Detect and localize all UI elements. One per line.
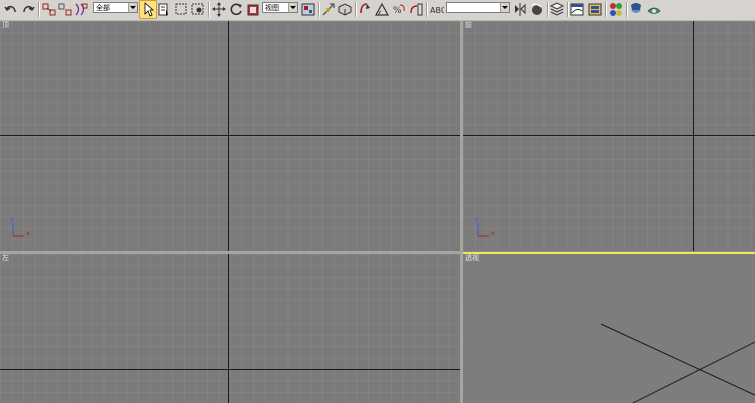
keyboard-shortcut-override-icon[interactable] (337, 1, 353, 18)
select-and-link-icon[interactable] (41, 1, 57, 18)
svg-text:%: % (393, 6, 402, 16)
select-by-name-icon[interactable] (156, 1, 172, 18)
viewport-horizontal-divider (0, 251, 461, 254)
viewport-label[interactable]: 前 (465, 21, 472, 30)
axis-tripod-icon: y x (8, 216, 38, 238)
world-axis-vertical (228, 254, 229, 403)
axis-y-label: y (475, 216, 479, 223)
separator (208, 2, 210, 17)
render-setup-icon[interactable] (628, 1, 644, 18)
undo-icon[interactable] (3, 1, 19, 18)
viewport-left[interactable]: 左 (0, 254, 460, 403)
unlink-selection-icon[interactable] (57, 1, 73, 18)
scale-icon[interactable] (245, 1, 261, 18)
reference-coordinate-dropdown[interactable]: 视图 (262, 2, 298, 13)
world-axis-vertical (693, 21, 694, 251)
select-object-icon[interactable] (139, 0, 157, 19)
viewport-label[interactable]: 左 (2, 254, 9, 263)
named-selection-dropdown[interactable] (446, 2, 510, 13)
schematic-view-icon[interactable] (587, 1, 603, 18)
curve-editor-icon[interactable] (569, 1, 585, 18)
bind-space-warp-icon[interactable] (73, 1, 89, 18)
pivot-center-icon[interactable] (300, 1, 316, 18)
svg-text:ABC: ABC (430, 6, 444, 15)
axis-tripod-icon: y x (473, 216, 503, 238)
reference-coordinate-value: 视图 (265, 4, 279, 12)
layer-manager-icon[interactable] (549, 1, 565, 18)
mirror-icon[interactable] (512, 1, 528, 18)
viewport-label[interactable]: 顶 (2, 21, 9, 30)
separator (605, 2, 607, 17)
window-crossing-icon[interactable] (190, 1, 206, 18)
axis-x-label: x (26, 230, 30, 237)
chevron-down-icon (128, 3, 137, 12)
world-axis-horizontal (0, 369, 460, 370)
edit-named-selection-icon[interactable]: ABC (428, 1, 444, 18)
axis-x-label: x (491, 230, 495, 237)
world-axis-horizontal (463, 135, 755, 136)
world-axis-horizontal (0, 135, 460, 136)
select-manipulate-icon[interactable] (320, 1, 336, 18)
spinner-snap-icon[interactable] (408, 1, 424, 18)
chevron-down-icon (500, 3, 509, 12)
percent-snap-icon[interactable]: % (391, 1, 407, 18)
viewport-front[interactable]: 前 y x (463, 21, 755, 251)
rotate-icon[interactable] (228, 1, 244, 18)
selection-filter-dropdown[interactable]: 全部 (93, 2, 138, 13)
material-editor-icon[interactable] (608, 1, 624, 18)
quick-render-icon[interactable] (646, 1, 662, 18)
viewport-vertical-divider (460, 21, 463, 403)
redo-icon[interactable] (20, 1, 36, 18)
separator (38, 2, 40, 17)
viewport-top[interactable]: 顶 y x (0, 21, 460, 251)
viewport-perspective[interactable]: 透视 (461, 252, 755, 403)
move-icon[interactable] (211, 1, 227, 18)
perspective-grid-lines (600, 323, 755, 403)
world-axis-vertical (228, 21, 229, 251)
main-toolbar: 全部 视图 % ABC (0, 0, 755, 21)
selection-filter-value: 全部 (96, 4, 110, 12)
rectangular-selection-region-icon[interactable] (173, 1, 189, 18)
chevron-down-icon (288, 3, 297, 12)
snaps-toggle-icon[interactable] (357, 1, 373, 18)
angle-snap-icon[interactable] (374, 1, 390, 18)
align-icon[interactable] (529, 1, 545, 18)
axis-y-label: y (10, 216, 14, 223)
